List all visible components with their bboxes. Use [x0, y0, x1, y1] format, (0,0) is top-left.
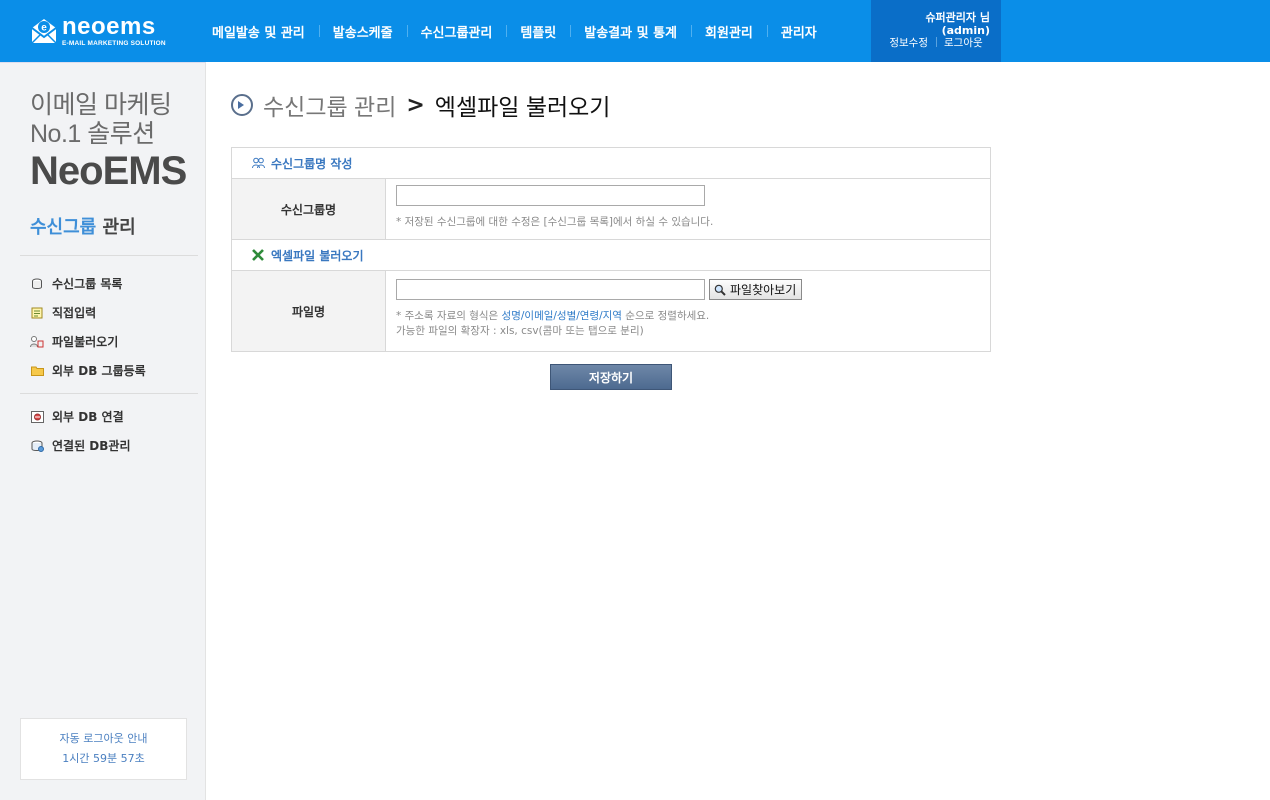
logout-link[interactable]: 로그아웃: [936, 35, 991, 50]
sidebar-item-direct-input[interactable]: 직접입력: [30, 298, 146, 327]
logo-name: neoems: [62, 12, 156, 40]
breadcrumb-parent[interactable]: 수신그룹 관리: [263, 88, 396, 122]
sidebar-item-external-db-connect[interactable]: 외부 DB 연결: [30, 402, 131, 431]
promo-text: 이메일 마케팅 No.1 솔루션 NeoEMS: [30, 91, 187, 193]
sidebar: 이메일 마케팅 No.1 솔루션 NeoEMS 수신그룹 관리 수신그룹 목록 …: [0, 62, 206, 800]
promo-brand: NeoEMS: [30, 149, 187, 193]
sidebar-divider: [20, 393, 198, 394]
nav-mail-send[interactable]: 메일발송 및 관리: [198, 22, 319, 41]
sidebar-item-connected-db[interactable]: 연결된 DB관리: [30, 431, 131, 460]
page-title: 수신그룹 관리 > 엑셀파일 불러오기: [231, 88, 610, 122]
edit-card-icon: [30, 306, 44, 319]
format-fields: 성명/이메일/성별/연령/지역: [501, 310, 622, 322]
magnifier-icon: [714, 284, 726, 296]
sidebar-section-title: 수신그룹 관리: [30, 217, 136, 238]
nav-admin[interactable]: 관리자: [766, 22, 831, 41]
db-connect-icon: [30, 410, 44, 423]
group-name-row: 수신그룹명 * 저장된 수신그룹에 대한 수정은 [수신그룹 목록]에서 하실 …: [232, 179, 990, 240]
group-name-input[interactable]: [396, 185, 705, 206]
nav-results-stats[interactable]: 발송결과 및 통계: [570, 22, 691, 41]
logout-timer: 1시간 59분 57초: [62, 752, 145, 765]
group-name-label: 수신그룹명: [232, 179, 386, 239]
user-name: 슈퍼관리자 님 (admin): [925, 11, 990, 37]
nav-templates[interactable]: 템플릿: [506, 22, 570, 41]
circle-arrow-icon: [231, 94, 253, 116]
file-name-row: 파일명 파일찾아보기 * 주소록 자료의 형식은 성명/이메일/성별/연령/지역…: [232, 271, 990, 352]
breadcrumb-separator: >: [406, 92, 425, 118]
excel-icon: [252, 249, 265, 261]
sidebar-divider: [20, 255, 198, 256]
nav-members[interactable]: 회원관리: [691, 22, 767, 41]
browse-file-button[interactable]: 파일찾아보기: [709, 279, 803, 300]
breadcrumb-current: 엑셀파일 불러오기: [434, 94, 611, 120]
database-icon: [30, 277, 44, 290]
nav-schedule[interactable]: 발송스케줄: [318, 22, 407, 41]
sidebar-menu-groups: 수신그룹 목록 직접입력 파일불러오기 외부 DB 그룹등록: [30, 269, 146, 385]
folder-icon: [30, 364, 44, 377]
group-name-note: * 저장된 수신그룹에 대한 수정은 [수신그룹 목록]에서 하실 수 있습니다…: [396, 216, 714, 228]
auto-logout-notice: 자동 로그아웃 안내 1시간 59분 57초: [20, 718, 187, 780]
file-extension-note: 가능한 파일의 확장자 : xls, csv(콤마 또는 탭으로 분리): [396, 325, 644, 337]
sidebar-menu-db: 외부 DB 연결 연결된 DB관리: [30, 402, 131, 460]
file-name-label: 파일명: [232, 271, 386, 351]
edit-profile-link[interactable]: 정보수정: [881, 35, 936, 50]
user-box: 슈퍼관리자 님 (admin) 정보수정 로그아웃: [871, 0, 1001, 62]
save-button[interactable]: 저장하기: [550, 364, 672, 390]
file-path-input[interactable]: [396, 279, 705, 300]
users-icon: [252, 157, 265, 169]
users-import-icon: [30, 335, 44, 348]
file-format-note: * 주소록 자료의 형식은 성명/이메일/성별/연령/지역 순으로 정렬하세요.: [396, 310, 710, 322]
svg-text:e: e: [41, 23, 47, 34]
logo-subtitle: E-MAIL MARKETING SOLUTION: [62, 39, 166, 47]
sidebar-item-external-db-group[interactable]: 외부 DB 그룹등록: [30, 356, 146, 385]
neoems-logo[interactable]: e neoems E-MAIL MARKETING SOLUTION: [30, 11, 170, 51]
sidebar-item-group-list[interactable]: 수신그룹 목록: [30, 269, 146, 298]
import-form: 수신그룹명 작성 수신그룹명 * 저장된 수신그룹에 대한 수정은 [수신그룹 …: [231, 147, 991, 352]
db-manage-icon: [30, 439, 44, 452]
section-group-name: 수신그룹명 작성: [232, 148, 990, 179]
main-nav: 메일발송 및 관리 발송스케줄 수신그룹관리 템플릿 발송결과 및 통계 회원관…: [198, 0, 831, 62]
envelope-logo-icon: e: [30, 16, 58, 46]
sidebar-item-file-import[interactable]: 파일불러오기: [30, 327, 146, 356]
top-header: e neoems E-MAIL MARKETING SOLUTION 메일발송 …: [0, 0, 1270, 62]
section-excel-import: 엑셀파일 불러오기: [232, 240, 990, 271]
nav-recipient-groups[interactable]: 수신그룹관리: [406, 22, 507, 41]
